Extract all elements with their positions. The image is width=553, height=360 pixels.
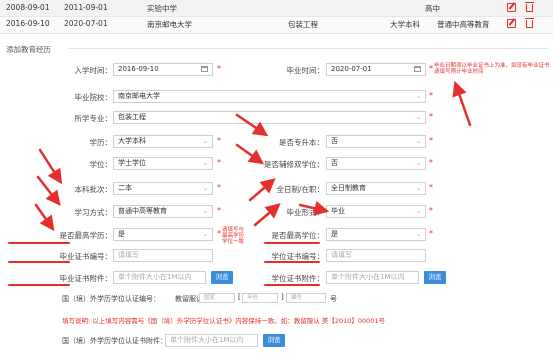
annotation-arrows [34,80,472,232]
